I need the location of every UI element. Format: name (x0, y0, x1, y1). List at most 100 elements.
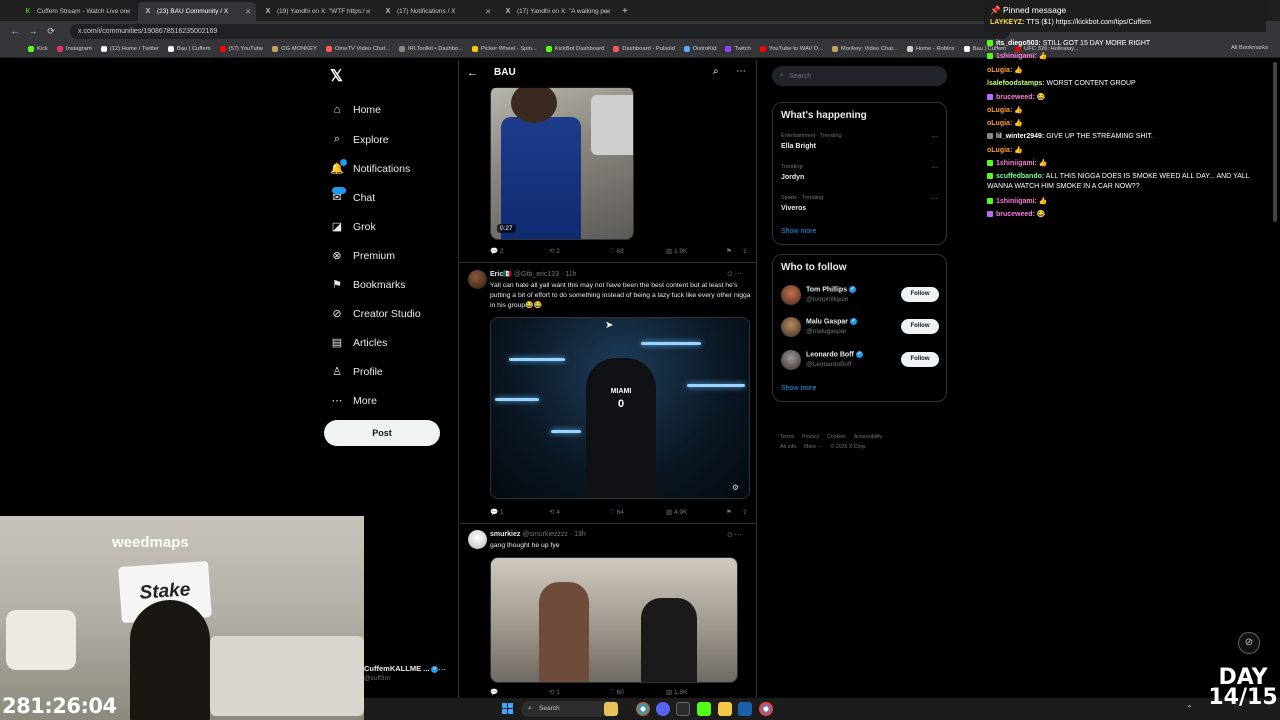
bookmark-item[interactable]: OmeTV Video Chat... (325, 46, 390, 52)
taskbar-app-icon[interactable] (604, 702, 618, 716)
floating-action-icon[interactable]: ⊘ (1238, 632, 1260, 654)
tweet-video[interactable]: 0:27 (490, 86, 634, 240)
nav-item-chat[interactable]: ✉ Chat (330, 187, 375, 204)
avatar[interactable] (781, 317, 801, 337)
show-more-link[interactable]: Show more (781, 228, 816, 235)
repost-button[interactable]: ⟲ 4 (549, 508, 560, 516)
tweet-image[interactable]: MIAMI 0 ⚙ (490, 317, 750, 499)
nav-item-grok[interactable]: ◪ Grok (330, 220, 376, 234)
nav-item-creator-studio[interactable]: ⊘ Creator Studio (330, 307, 420, 321)
views-count[interactable]: ▥ 1.8K (666, 688, 687, 696)
footer-link[interactable]: Privacy (802, 434, 819, 440)
tab-close-icon[interactable]: ✕ (245, 8, 251, 16)
trend-name[interactable]: Jordyn (781, 174, 804, 181)
bookmark-item[interactable]: Dashboard - Pulsoid (613, 46, 675, 52)
follow-button[interactable]: Follow (901, 352, 939, 367)
avatar[interactable] (468, 530, 487, 549)
show-more-link[interactable]: Show more (781, 385, 816, 392)
nav-item-notifications[interactable]: 🔔 Notifications (330, 159, 410, 175)
post-button[interactable]: Post (324, 420, 440, 446)
chrome-icon[interactable] (636, 702, 650, 716)
reply-button[interactable]: 💬 (490, 688, 498, 696)
chat-username[interactable]: its_diego503: (996, 40, 1041, 47)
follow-button[interactable]: Follow (901, 319, 939, 334)
like-button[interactable]: ♡ 68 (609, 247, 624, 255)
nav-item-home[interactable]: ⌂ Home (330, 104, 381, 116)
sidebar-search-input[interactable]: ⌕ Search (772, 66, 947, 86)
media-settings-icon[interactable]: ⚙ (732, 483, 739, 492)
chat-username[interactable]: oLugia: (987, 107, 1012, 114)
bookmark-item[interactable]: Twitch (725, 46, 751, 52)
windows-start-icon[interactable] (502, 703, 514, 715)
chat-username[interactable]: oLugia: (987, 67, 1012, 74)
browser-tab[interactable]: X (17) Yandhi on X: "A walking pe ✕ (498, 2, 616, 21)
tab-close-icon[interactable]: ✕ (605, 8, 611, 16)
bookmark-item[interactable]: Picker Wheel - Spin... (472, 46, 537, 52)
like-button[interactable]: ♡ 60 (609, 688, 624, 696)
chrome-icon[interactable] (759, 702, 773, 716)
x-logo-icon[interactable]: 𝕏 (330, 66, 343, 86)
tray-expand-icon[interactable]: ⌃ (1186, 704, 1193, 713)
chat-username[interactable]: scuffedbando: (996, 173, 1044, 180)
back-arrow-icon[interactable]: ← (467, 67, 478, 79)
views-count[interactable]: ▥ 1.9K (666, 247, 687, 255)
follow-button[interactable]: Follow (901, 287, 939, 302)
bookmark-item[interactable]: DistroKid (683, 46, 716, 52)
chat-username[interactable]: lsalefoodstamps: (987, 80, 1045, 87)
follow-name[interactable]: Leonardo Boff ✓ (806, 351, 863, 358)
bookmark-button[interactable]: ⚑ (726, 508, 732, 516)
footer-link[interactable]: Ad info (780, 444, 796, 450)
follow-name[interactable]: Tom Phillips ✓ (806, 286, 857, 293)
bookmark-item[interactable]: Kick (28, 46, 48, 52)
nav-item-articles[interactable]: ▤ Articles (330, 336, 388, 350)
url-input[interactable]: x.com/i/communities/1908678516235002169 (70, 23, 1010, 39)
bookmark-item[interactable]: (12) Home / Twitter (100, 46, 159, 52)
bookmark-item[interactable]: Bau | Cuffem (167, 46, 211, 52)
chat-username[interactable]: 1shiniigami: (996, 160, 1037, 167)
trend-more-icon[interactable]: ⋯ (931, 133, 938, 141)
nav-item-profile[interactable]: ♙ Profile (330, 365, 383, 379)
footer-link[interactable]: Cookies (827, 434, 846, 440)
author-handle[interactable]: @Gtb_eric123 · 11h (514, 271, 577, 278)
share-button[interactable]: ⇪ (742, 508, 747, 516)
taskbar-app-icon[interactable] (676, 702, 690, 716)
folder-icon[interactable] (718, 702, 732, 716)
chat-username[interactable]: lil_winter2949: (996, 133, 1044, 140)
bookmark-item[interactable]: Monkey: Video Chat... (831, 46, 898, 52)
account-switcher[interactable]: CuffemKALLME ... ✓ @cuff3m ⋯ (364, 660, 454, 688)
chat-username[interactable]: 1shiniigami: (996, 198, 1037, 205)
views-count[interactable]: ▥ 4.9K (666, 508, 687, 516)
footer-link[interactable]: Terms (780, 434, 794, 440)
bookmark-item[interactable]: Instagram (56, 46, 92, 52)
trend-more-icon[interactable]: ⋯ (931, 195, 938, 203)
repost-button[interactable]: ⟲ 1 (549, 688, 560, 696)
chat-username[interactable]: bruceweed: (996, 94, 1035, 101)
forward-icon[interactable]: → (24, 26, 42, 36)
kick-icon[interactable] (697, 702, 711, 716)
follow-name[interactable]: Malu Gaspar ✓ (806, 318, 858, 325)
browser-tab[interactable]: X (19) Yandhi on X: "WTF https:/✕ (258, 2, 376, 21)
tweet-more-icon[interactable]: ⊙ ⋯ (727, 270, 742, 278)
nav-item-more[interactable]: ⋯ More (330, 394, 377, 408)
bookmark-item[interactable]: YouTube to WAV D... (759, 46, 823, 52)
tweet-more-icon[interactable]: ⊙ ⋯ (727, 531, 742, 539)
bookmark-item[interactable]: OG MONKEY (272, 46, 317, 52)
share-button[interactable]: ⇪ (742, 247, 747, 255)
author-handle[interactable]: @smurkiezzzz · 13h (522, 531, 586, 538)
footer-link[interactable]: More ··· (804, 444, 822, 450)
footer-link[interactable]: © 2026 X Corp. (831, 444, 867, 450)
steam-icon[interactable] (738, 702, 752, 716)
trend-name[interactable]: Viveros (781, 205, 806, 212)
footer-link[interactable]: Accessibility (854, 434, 882, 440)
chat-username[interactable]: 1shiniigami: (996, 53, 1037, 60)
chat-username[interactable]: oLugia: (987, 147, 1012, 154)
reload-icon[interactable]: ⟳ (42, 26, 60, 37)
chat-username[interactable]: bruceweed: (996, 211, 1035, 218)
nav-item-bookmarks[interactable]: ⚑ Bookmarks (330, 278, 405, 292)
bookmark-item[interactable]: KickBot Dashboard (545, 46, 604, 52)
tab-close-icon[interactable]: ✕ (485, 8, 491, 16)
author-name[interactable]: smurkiez (490, 531, 520, 538)
tab-close-icon[interactable]: ✕ (125, 8, 131, 16)
bookmark-button[interactable]: ⚑ (726, 247, 732, 255)
bookmark-item[interactable]: Home - Roblox (906, 46, 955, 52)
